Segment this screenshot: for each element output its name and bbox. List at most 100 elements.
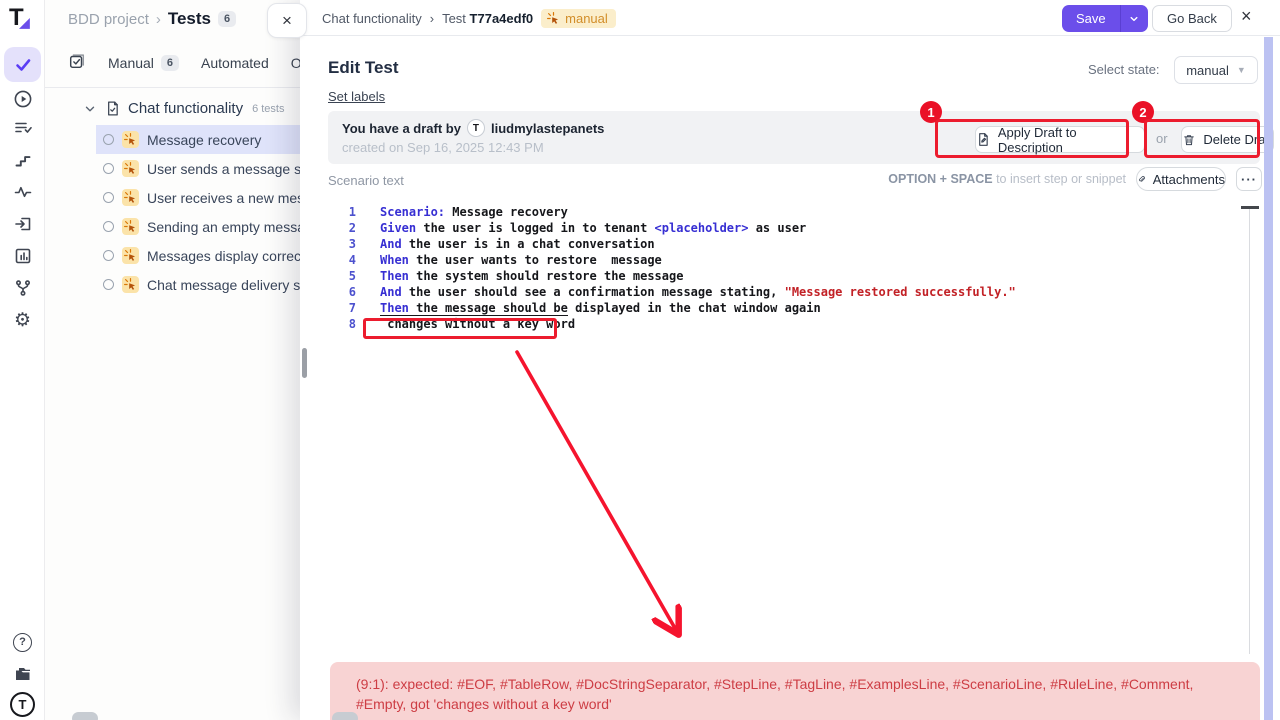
tree-scrollbar-thumb[interactable]: [302, 348, 307, 378]
editor-line-7[interactable]: 7 Then the message should be displayed in…: [330, 300, 1250, 316]
paperclip-icon: [1137, 172, 1146, 186]
test-title: Message recovery: [147, 132, 261, 148]
status-circle: [103, 279, 114, 290]
test-list-item[interactable]: Messages display correct ti: [45, 241, 307, 270]
save-button[interactable]: Save: [1062, 5, 1120, 32]
attachments-button[interactable]: Attachments: [1136, 167, 1226, 191]
status-circle: [103, 163, 114, 174]
suite-test-count: 6 tests: [252, 103, 284, 115]
window-scrollbar[interactable]: [1264, 37, 1273, 720]
icon-rail: T◢ ⚙ ? T: [0, 0, 45, 720]
tests-filter-tabs: Manual6 Automated Outdated: [68, 52, 307, 73]
edit-test-overlay: Chat functionality › Test T77a4edf0 manu…: [300, 0, 1280, 720]
test-title: Messages display correct ti: [147, 248, 307, 264]
chevron-down-icon: [1127, 12, 1141, 26]
apply-draft-document-icon: [976, 132, 991, 147]
tests-tree-panel: BDD project › Tests 6 Manual6 Automated …: [45, 0, 307, 720]
overlay-topbar: Chat functionality › Test T77a4edf0 manu…: [300, 0, 1280, 36]
profile-avatar[interactable]: T: [0, 692, 45, 716]
reports-icon[interactable]: [0, 244, 45, 268]
editor-scrollbar-thumb[interactable]: [1241, 206, 1259, 209]
breadcrumb-project[interactable]: BDD project: [68, 11, 149, 28]
branches-icon[interactable]: [0, 276, 45, 300]
editor-line-5[interactable]: 5Then the system should restore the mess…: [330, 268, 1250, 284]
test-title: Sending an empty message: [147, 219, 307, 235]
breadcrumb-separator: ›: [156, 11, 161, 28]
pulse-icon[interactable]: [0, 180, 45, 204]
manual-test-icon: [122, 276, 139, 293]
breadcrumb: BDD project › Tests 6: [68, 9, 236, 29]
delete-draft-button[interactable]: Delete Draft: [1181, 126, 1274, 153]
close-overlay-button[interactable]: ×: [1241, 6, 1252, 27]
scenario-editor[interactable]: 1 Scenario: Message recovery2Given the us…: [330, 204, 1250, 656]
app-window: T◢ ⚙ ? T: [0, 0, 1280, 720]
breadcrumb-separator: ›: [430, 11, 434, 26]
settings-gear-icon[interactable]: ⚙: [0, 308, 45, 332]
select-all-icon[interactable]: [68, 52, 86, 73]
test-list-item[interactable]: Sending an empty message: [45, 212, 307, 241]
state-dropdown[interactable]: manual▼: [1174, 56, 1258, 84]
breadcrumb-suite[interactable]: Chat functionality: [322, 11, 422, 26]
test-list-item[interactable]: User sends a message succ: [45, 154, 307, 183]
app-logo[interactable]: T◢: [9, 4, 34, 32]
set-labels-link[interactable]: Set labels: [328, 89, 385, 104]
line-text: changes without a key word: [380, 317, 575, 331]
line-number: 7: [330, 301, 356, 315]
close-tests-panel-button[interactable]: ×: [267, 3, 307, 38]
draft-author-name: liudmylastepanets: [491, 121, 604, 136]
test-list-item[interactable]: Message recovery: [96, 125, 307, 154]
draft-title: You have a draft by T liudmylastepanets: [342, 119, 604, 137]
save-dropdown-button[interactable]: [1120, 5, 1148, 32]
tab-manual[interactable]: Manual6: [108, 55, 179, 71]
overlay-breadcrumb: Chat functionality › Test T77a4edf0 manu…: [322, 9, 616, 28]
editor-line-4[interactable]: 4 When the user wants to restore message: [330, 252, 1250, 268]
tests-check-icon[interactable]: [0, 53, 45, 77]
line-number: 4: [330, 253, 356, 267]
status-circle: [103, 221, 114, 232]
runs-play-icon[interactable]: [0, 87, 45, 111]
editor-line-6[interactable]: 6And the user should see a confirmation …: [330, 284, 1250, 300]
editor-line-3[interactable]: 3And the user is in a chat conversation: [330, 236, 1250, 252]
more-options-button[interactable]: ···: [1236, 167, 1262, 191]
steps-icon[interactable]: [0, 148, 45, 172]
import-icon[interactable]: [0, 212, 45, 236]
help-icon[interactable]: ?: [0, 630, 45, 654]
shortcut-hint: OPTION + SPACE to insert step or snippet: [888, 172, 1126, 186]
line-text: When the user wants to restore message: [380, 253, 662, 267]
test-id: T77a4edf0: [470, 11, 534, 26]
line-text: Then the system should restore the messa…: [380, 269, 683, 283]
suite-row[interactable]: Chat functionality 6 tests: [83, 100, 284, 117]
editor-line-1[interactable]: 1 Scenario: Message recovery: [330, 204, 1250, 220]
test-title: User receives a new messa: [147, 190, 307, 206]
save-split-button[interactable]: Save: [1062, 5, 1148, 32]
editor-line-2[interactable]: 2Given the user is logged in to tenant <…: [330, 220, 1250, 236]
plans-list-icon[interactable]: [0, 116, 45, 140]
test-list-item[interactable]: Chat message delivery stat: [45, 270, 307, 299]
draft-author-avatar: T: [467, 119, 485, 137]
go-back-button[interactable]: Go Back: [1152, 5, 1232, 32]
editor-line-8[interactable]: 8 changes without a key word: [330, 316, 1250, 332]
breadcrumb-current: Tests: [168, 9, 211, 29]
line-text: Then the message should be displayed in …: [380, 301, 821, 315]
tests-count-badge: 6: [218, 11, 236, 27]
line-text: Scenario: Message recovery: [380, 205, 568, 219]
manual-test-icon: [122, 189, 139, 206]
line-text: Given the user is logged in to tenant <p…: [380, 221, 806, 235]
select-state-label: Select state:: [1088, 62, 1160, 77]
apply-draft-button[interactable]: Apply Draft to Description: [975, 126, 1145, 153]
line-number: 1: [330, 205, 356, 219]
chevron-down-icon[interactable]: [83, 102, 97, 116]
editor-scrollbar-track[interactable]: [1249, 206, 1250, 654]
manual-test-icon: [122, 247, 139, 264]
gherkin-error-banner: (9:1): expected: #EOF, #TableRow, #DocSt…: [330, 662, 1260, 720]
projects-folders-icon[interactable]: [0, 662, 45, 686]
bottom-pill-right[interactable]: [332, 712, 358, 720]
bottom-pill-left[interactable]: [72, 712, 98, 720]
suite-name[interactable]: Chat functionality: [128, 100, 243, 117]
line-number: 3: [330, 237, 356, 251]
tab-automated[interactable]: Automated: [201, 55, 269, 71]
test-list-item[interactable]: User receives a new messa: [45, 183, 307, 212]
manual-state-badge: manual: [541, 9, 616, 28]
manual-test-icon: [546, 12, 560, 26]
test-title: Chat message delivery stat: [147, 277, 307, 293]
